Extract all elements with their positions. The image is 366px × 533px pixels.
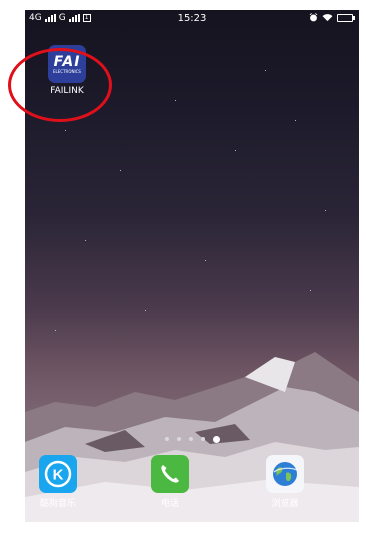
globe-icon <box>273 462 298 486</box>
page-indicator <box>25 436 359 443</box>
page-dot[interactable] <box>176 437 181 441</box>
dock-app-kugou[interactable]: K 酷狗音乐 <box>28 455 88 509</box>
page-dot[interactable] <box>188 437 193 441</box>
page-dot-active[interactable] <box>212 436 220 443</box>
browser-globe-icon <box>266 455 304 493</box>
app-label: 电话 <box>160 499 179 509</box>
phone-icon <box>151 455 189 493</box>
kugou-music-icon: K <box>39 455 77 493</box>
app-label: 酷狗音乐 <box>39 499 76 509</box>
highlight-circle-annotation <box>8 48 112 122</box>
app-label: 浏览器 <box>271 499 299 509</box>
kugou-k-glyph: K <box>44 460 72 488</box>
alarm-clock-icon <box>309 13 318 22</box>
page-dot[interactable] <box>200 437 205 441</box>
page-dot[interactable] <box>164 437 169 441</box>
dock-app-phone[interactable]: 电话 <box>145 455 195 509</box>
dock-app-browser[interactable]: 浏览器 <box>255 455 315 509</box>
battery-icon <box>337 13 355 22</box>
kugou-glyph-text: K <box>53 467 64 484</box>
status-bar: 4G G 1 15:23 <box>25 10 359 26</box>
wifi-icon <box>322 14 333 22</box>
phone-handset-icon <box>161 465 179 483</box>
status-indicators <box>309 13 355 22</box>
